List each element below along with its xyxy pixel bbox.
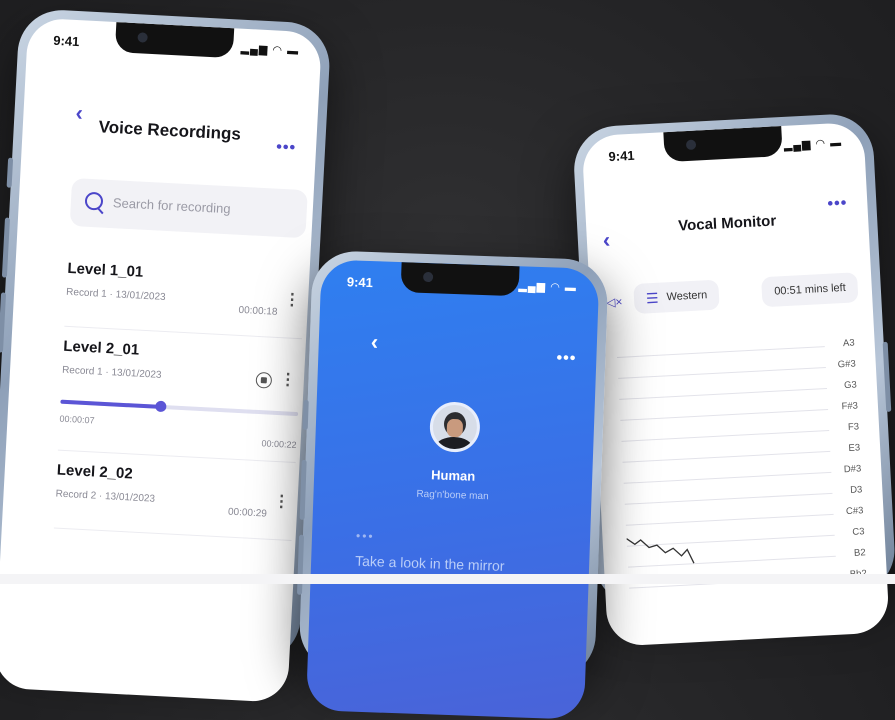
side-button xyxy=(882,341,892,412)
notch xyxy=(663,126,783,163)
phone-voice-recordings: 9:41 ▂▄▆ ◠ ▬ ‹ Voice Recordings ••• Sear… xyxy=(0,8,332,703)
note-label: D#3 xyxy=(843,463,862,476)
music-list-icon: ☰ xyxy=(645,289,659,306)
status-time: 9:41 xyxy=(346,274,374,291)
monitor-screen: 9:41 ▂▄▆ ◠ ▬ ‹ Vocal Monitor ••• ◁× ☰ We… xyxy=(581,121,890,647)
side-button xyxy=(0,292,7,353)
elapsed-time: 00:00:07 xyxy=(59,413,95,426)
phone-player: 9:41 ▂▄▆ ◠ ▬ ‹ ••• Human Rag'n'bone man … xyxy=(296,250,609,720)
total-time: 00:00:22 xyxy=(261,438,297,451)
note-label: A3 xyxy=(842,337,855,350)
progress-knob[interactable] xyxy=(155,400,167,413)
side-button xyxy=(1,217,11,278)
mute-icon[interactable]: ◁× xyxy=(606,295,623,310)
status-icons: ▂▄▆ ◠ ▬ xyxy=(783,136,843,152)
note-label: C#3 xyxy=(845,505,864,518)
notch xyxy=(114,22,235,59)
more-options-icon[interactable]: ••• xyxy=(556,350,576,369)
page-title: Voice Recordings xyxy=(98,117,242,144)
back-button[interactable]: ‹ xyxy=(370,329,378,355)
status-icons: ▂▄▆ ◠ ▬ xyxy=(518,280,578,295)
divider xyxy=(64,325,303,340)
recording-item[interactable]: Level 2_02 Record 2 · 13/01/2023 00:00:2… xyxy=(53,461,295,541)
note-label: F#3 xyxy=(841,400,859,413)
time-left-badge: 00:51 mins left xyxy=(761,272,859,308)
lyric-line: Take a look in the mirror xyxy=(354,552,505,574)
mode-selector[interactable]: ☰ Western xyxy=(633,279,721,314)
side-button xyxy=(296,534,305,595)
more-options-icon[interactable]: ••• xyxy=(827,195,848,214)
recording-duration: 00:00:18 xyxy=(238,304,278,318)
note-label: E3 xyxy=(848,442,861,454)
page-title: Vocal Monitor xyxy=(677,212,777,235)
recording-more-icon[interactable]: ⋮ xyxy=(284,289,301,310)
search-icon xyxy=(84,191,104,211)
mode-label: Western xyxy=(666,289,708,304)
recording-item[interactable]: Level 1_01 Record 1 · 13/01/2023 00:00:1… xyxy=(64,259,306,340)
playback-progress-bar[interactable] xyxy=(60,399,299,417)
progress-fill xyxy=(60,399,161,409)
pitch-trace xyxy=(626,538,695,564)
note-label: G#3 xyxy=(837,358,857,371)
more-options-icon[interactable]: ••• xyxy=(276,139,297,158)
recordings-screen: 9:41 ▂▄▆ ◠ ▬ ‹ Voice Recordings ••• Sear… xyxy=(0,17,323,703)
avatar xyxy=(429,401,481,453)
phone-vocal-monitor: 9:41 ▂▄▆ ◠ ▬ ‹ Vocal Monitor ••• ◁× ☰ We… xyxy=(572,112,895,647)
note-label: C3 xyxy=(852,526,865,538)
side-button xyxy=(299,459,307,520)
search-input[interactable]: Search for recording xyxy=(113,195,231,216)
side-button xyxy=(302,399,309,430)
divider xyxy=(57,449,296,464)
song-name: Rag'n'bone man xyxy=(416,488,489,503)
lyric-dots: ••• xyxy=(355,528,375,544)
status-time: 9:41 xyxy=(608,147,635,165)
artist-name: Human xyxy=(430,467,476,484)
notch xyxy=(400,262,520,297)
recording-more-icon[interactable]: ⋮ xyxy=(273,491,290,512)
note-label: D3 xyxy=(849,484,863,496)
recording-more-icon[interactable]: ⋮ xyxy=(279,369,296,390)
side-button xyxy=(6,157,14,188)
time-left-label: 00:51 mins left xyxy=(773,281,847,298)
status-icons: ▂▄▆ ◠ ▬ xyxy=(240,42,300,58)
status-time: 9:41 xyxy=(52,32,80,50)
recording-name: Level 2_01 xyxy=(62,337,140,359)
note-label: G3 xyxy=(843,379,858,392)
player-screen: 9:41 ▂▄▆ ◠ ▬ ‹ ••• Human Rag'n'bone man … xyxy=(305,259,600,720)
search-bar[interactable]: Search for recording xyxy=(69,177,308,239)
recording-item-playing[interactable]: Level 2_01 Record 1 · 13/01/2023 ⋮ 00:00… xyxy=(57,337,302,464)
recording-duration: 00:00:29 xyxy=(227,506,268,520)
bottom-strip xyxy=(0,574,895,584)
note-label: B2 xyxy=(853,547,866,559)
recording-name: Level 1_01 xyxy=(66,259,144,281)
note-label: F3 xyxy=(847,421,860,433)
divider xyxy=(53,527,292,541)
recording-name: Level 2_02 xyxy=(56,461,134,483)
